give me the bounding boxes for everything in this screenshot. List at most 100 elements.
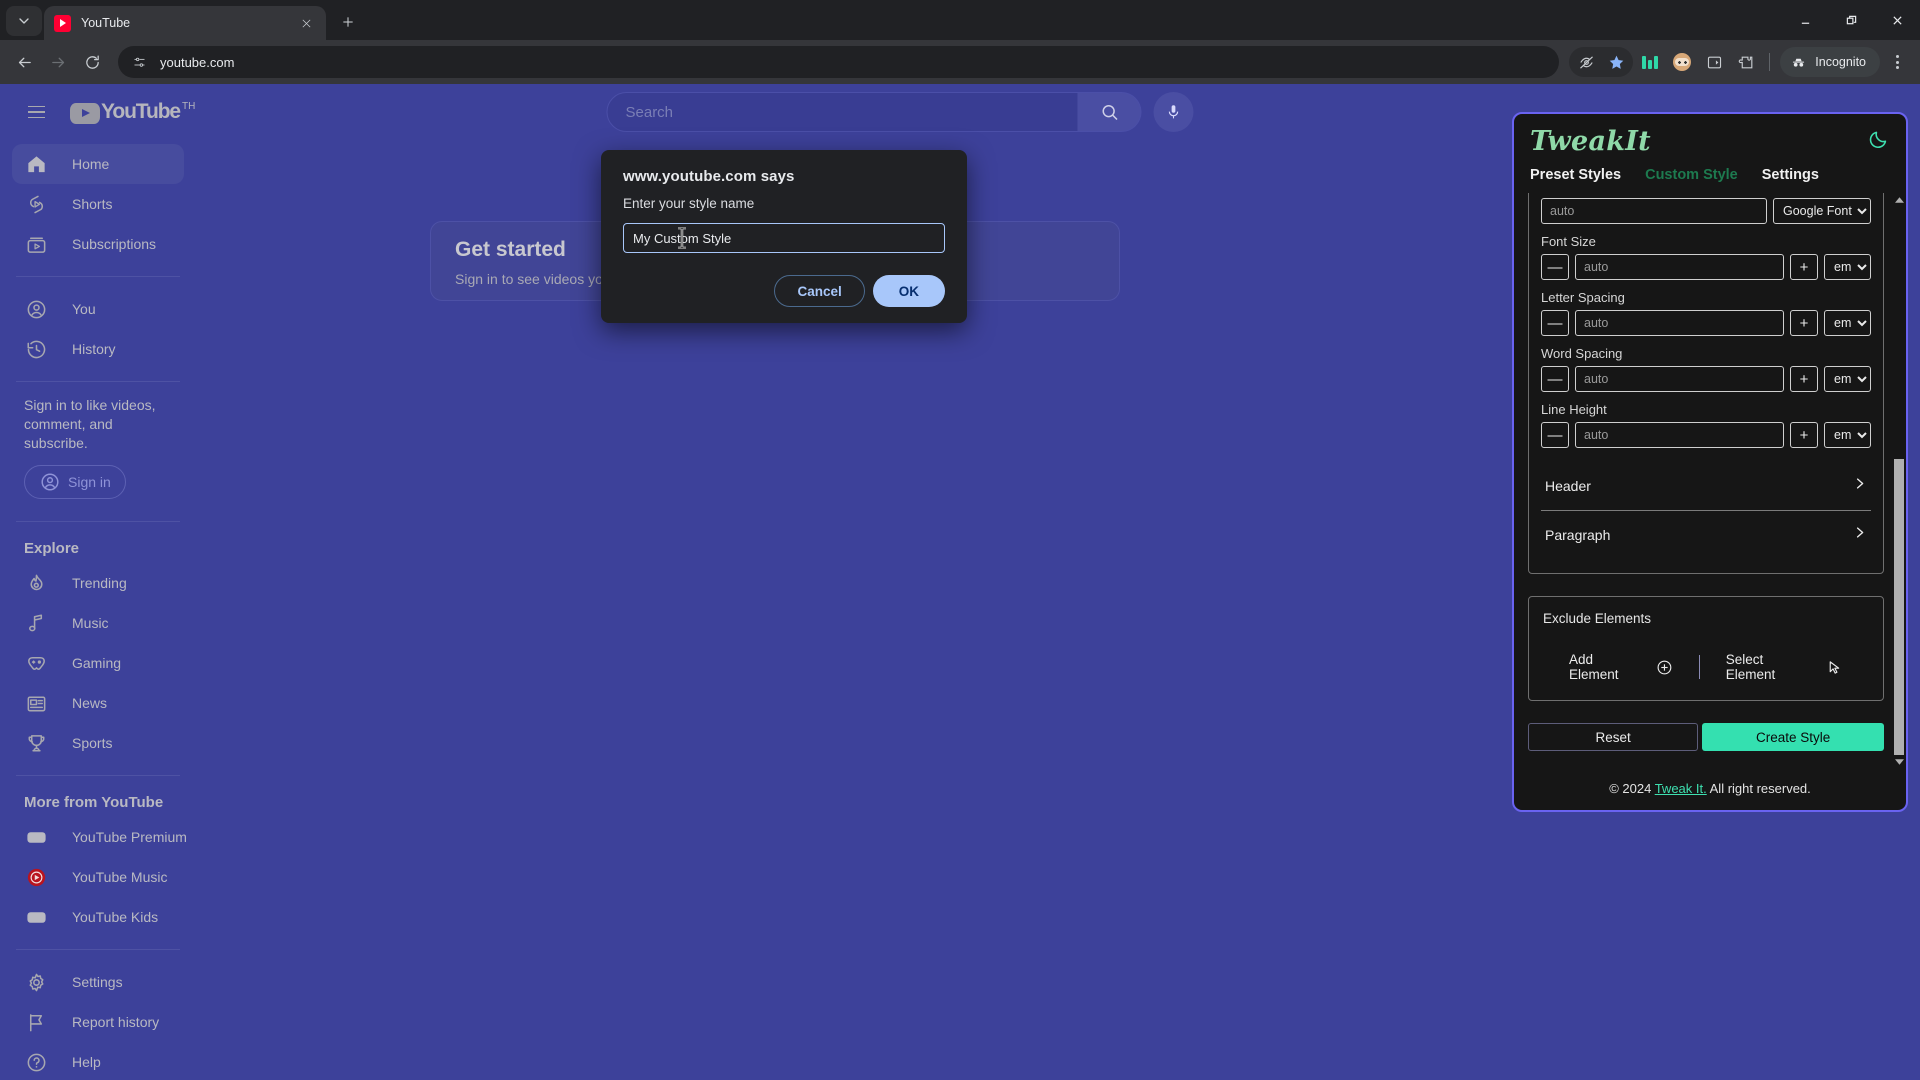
extension-monkey-icon[interactable] [1667, 47, 1697, 77]
exclude-elements-group: Exclude Elements Add Element Select Elem… [1528, 596, 1884, 701]
hamburger-menu-icon[interactable] [16, 92, 56, 132]
sidebar-item-subscriptions[interactable]: Subscriptions [12, 224, 184, 264]
close-icon[interactable] [296, 13, 316, 33]
sidebar-label: Gaming [72, 655, 121, 671]
sidebar-item-youtube-kids[interactable]: YouTube Kids [12, 897, 184, 937]
sidebar-item-you[interactable]: You [12, 289, 184, 329]
bookmark-star-icon[interactable] [1601, 47, 1631, 77]
word-spacing-increment-button[interactable]: + [1790, 366, 1818, 392]
select-element-button[interactable]: Select Element [1700, 652, 1869, 682]
flag-icon [24, 1010, 48, 1034]
font-size-increment-button[interactable]: + [1790, 254, 1818, 280]
tab-preset-styles[interactable]: Preset Styles [1530, 167, 1621, 183]
line-height-row: — + em [1541, 422, 1871, 448]
sign-in-button[interactable]: Sign in [24, 465, 126, 499]
extension-boxed-arrow-icon[interactable] [1699, 47, 1729, 77]
font-size-decrement-button[interactable]: — [1541, 254, 1569, 280]
letter-spacing-unit-select[interactable]: em [1824, 310, 1871, 336]
youtube-search-input[interactable]: Search [607, 92, 1079, 132]
youtube-logo[interactable]: YouTube TH [70, 101, 195, 124]
sidebar-item-settings[interactable]: Settings [12, 962, 184, 1002]
trophy-icon [24, 731, 48, 755]
monkey-glyph [1673, 53, 1691, 71]
address-bar[interactable]: youtube.com [118, 46, 1559, 78]
voice-search-button[interactable] [1154, 92, 1194, 132]
search-button[interactable] [1078, 92, 1142, 132]
tweakit-link[interactable]: Tweak It. [1655, 781, 1707, 796]
minimize-button[interactable] [1782, 0, 1828, 40]
sidebar-item-history[interactable]: History [12, 329, 184, 369]
back-button[interactable] [8, 46, 40, 78]
word-spacing-unit-select[interactable]: em [1824, 366, 1871, 392]
signin-prompt-text: Sign in to like videos, comment, and sub… [0, 394, 196, 465]
sidebar-item-sports[interactable]: Sports [12, 723, 184, 763]
sidebar-item-news[interactable]: News [12, 683, 184, 723]
letter-spacing-label: Letter Spacing [1541, 290, 1871, 305]
incognito-badge[interactable]: Incognito [1780, 47, 1880, 77]
sidebar-item-youtube-music[interactable]: YouTube Music [12, 857, 184, 897]
close-button[interactable] [1874, 0, 1920, 40]
line-height-unit-select[interactable]: em [1824, 422, 1871, 448]
reload-button[interactable] [76, 46, 108, 78]
tab-search-button[interactable] [6, 6, 42, 36]
browser-menu-button[interactable] [1882, 47, 1912, 77]
scroll-down-arrow[interactable] [1892, 755, 1906, 769]
sidebar-item-shorts[interactable]: Shorts [12, 184, 184, 224]
theme-toggle-button[interactable] [1868, 128, 1890, 155]
tweakit-tabs: Preset Styles Custom Style Settings [1514, 161, 1906, 193]
extension-bars-icon[interactable] [1635, 47, 1665, 77]
line-height-increment-button[interactable]: + [1790, 422, 1818, 448]
sidebar-item-music[interactable]: Music [12, 603, 184, 643]
forward-button[interactable] [42, 46, 74, 78]
restore-button[interactable] [1828, 0, 1874, 40]
font-size-input[interactable] [1575, 254, 1784, 280]
reset-button[interactable]: Reset [1528, 723, 1698, 751]
site-settings-icon[interactable] [126, 49, 152, 75]
header-section-row[interactable]: Header [1541, 462, 1871, 510]
sidebar-item-report-history[interactable]: Report history [12, 1002, 184, 1042]
letter-spacing-increment-button[interactable]: + [1790, 310, 1818, 336]
arrow-right-icon [50, 54, 67, 71]
page-viewport: YouTube TH Search [0, 84, 1920, 1080]
sidebar-label: Trending [72, 575, 127, 591]
font-family-input[interactable] [1541, 198, 1767, 224]
line-height-input[interactable] [1575, 422, 1784, 448]
letter-spacing-input[interactable] [1575, 310, 1784, 336]
cancel-button[interactable]: Cancel [774, 275, 864, 307]
youtube-play-icon [70, 103, 100, 124]
sidebar-item-trending[interactable]: Trending [12, 563, 184, 603]
panel-scrollbar[interactable] [1892, 193, 1906, 769]
ok-button[interactable]: OK [873, 275, 945, 307]
tab-settings[interactable]: Settings [1762, 167, 1819, 183]
line-height-decrement-button[interactable]: — [1541, 422, 1569, 448]
letter-spacing-decrement-button[interactable]: — [1541, 310, 1569, 336]
extensions-puzzle-icon[interactable] [1731, 47, 1761, 77]
scroll-up-arrow[interactable] [1892, 193, 1906, 207]
tab-custom-style[interactable]: Custom Style [1645, 167, 1738, 183]
sidebar-divider [16, 381, 180, 382]
sidebar-item-gaming[interactable]: Gaming [12, 643, 184, 683]
plus-circle-icon [1656, 659, 1673, 676]
style-name-input[interactable] [623, 223, 945, 253]
font-size-unit-select[interactable]: em [1824, 254, 1871, 280]
word-spacing-input[interactable] [1575, 366, 1784, 392]
trending-icon [24, 571, 48, 595]
browser-tab-youtube[interactable]: YouTube [44, 6, 326, 40]
plus-icon [341, 15, 355, 29]
new-tab-button[interactable] [334, 8, 362, 36]
omnibox-action-group [1569, 47, 1633, 77]
paragraph-section-row[interactable]: Paragraph [1541, 510, 1871, 559]
tweakit-logo: TweakIt [1530, 126, 1651, 157]
add-element-button[interactable]: Add Element [1543, 652, 1699, 682]
sidebar-item-help[interactable]: Help [12, 1042, 184, 1080]
sidebar-item-youtube-premium[interactable]: YouTube Premium [12, 817, 184, 857]
word-spacing-decrement-button[interactable]: — [1541, 366, 1569, 392]
exclude-elements-title: Exclude Elements [1543, 611, 1869, 626]
font-size-row: — + em [1541, 254, 1871, 280]
scrollbar-track[interactable] [1894, 207, 1904, 755]
create-style-button[interactable]: Create Style [1702, 723, 1884, 751]
eye-off-icon[interactable] [1571, 47, 1601, 77]
sidebar-item-home[interactable]: Home [12, 144, 184, 184]
font-source-select[interactable]: Google Font [1773, 198, 1871, 224]
scrollbar-thumb[interactable] [1894, 459, 1904, 755]
